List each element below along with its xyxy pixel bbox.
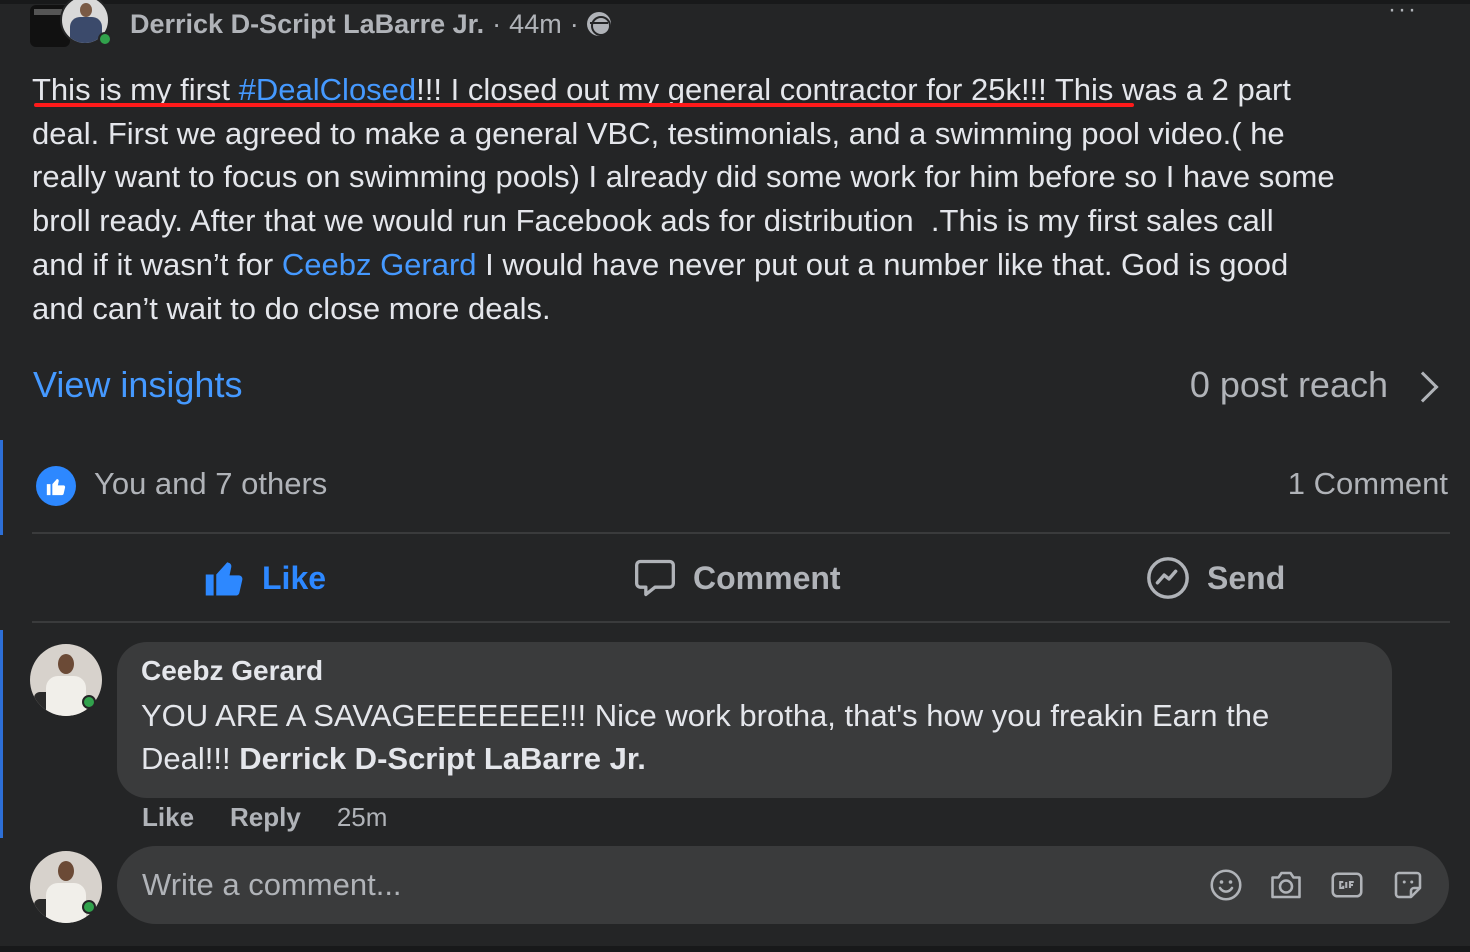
post-meta: Derrick D-Script LaBarre Jr. · 44m · <box>130 9 611 40</box>
globe-icon <box>586 12 611 36</box>
thumbs-up-icon <box>205 562 243 596</box>
post-text: This is my first #DealClosed!!! I closed… <box>32 68 1452 330</box>
mention-link[interactable]: Ceebz Gerard <box>282 247 477 282</box>
post-line: deal. First we agreed to make a general … <box>32 115 1285 151</box>
comment-button[interactable]: Comment <box>633 552 841 604</box>
smiley-icon[interactable] <box>1207 866 1245 904</box>
gif-icon[interactable] <box>1328 866 1366 904</box>
comment-mention[interactable]: Derrick D-Script LaBarre Jr. <box>239 741 646 776</box>
chevron-right-icon[interactable] <box>1407 371 1439 403</box>
commenter-name[interactable]: Ceebz Gerard <box>141 654 1368 688</box>
view-insights-link[interactable]: View insights <box>33 364 242 406</box>
comment-time[interactable]: 25m <box>337 802 388 833</box>
post-line: and can’t wait to do close more deals. <box>32 290 551 326</box>
author-name[interactable]: Derrick D-Script LaBarre Jr. <box>130 9 484 40</box>
comment-like-link[interactable]: Like <box>142 802 194 833</box>
hashtag-link[interactable]: #DealClosed <box>239 72 417 107</box>
comment-text: YOU ARE A SAVAGEEEEEEE!!! Nice work brot… <box>141 698 1270 776</box>
messenger-icon <box>1147 557 1189 599</box>
post-line: broll ready. After that we would run Fac… <box>32 203 1274 239</box>
left-accent-bar <box>0 440 3 535</box>
left-accent-bar <box>0 630 3 838</box>
comment-bubble: Ceebz Gerard YOU ARE A SAVAGEEEEEEE!!! N… <box>117 642 1392 798</box>
sticker-icon[interactable] <box>1389 866 1427 904</box>
post-line: really want to focus on swimming pools) … <box>32 159 1335 195</box>
like-reaction-icon <box>36 466 76 506</box>
post-line: and if it wasn’t for Ceebz Gerard I woul… <box>32 246 1289 282</box>
comment-bubble-icon <box>635 559 675 597</box>
camera-icon[interactable] <box>1267 866 1305 904</box>
divider <box>32 621 1450 623</box>
divider <box>32 532 1450 534</box>
online-indicator <box>82 695 96 709</box>
comment-count[interactable]: 1 Comment <box>1288 466 1448 502</box>
like-button[interactable]: Like <box>204 552 326 604</box>
comment-composer[interactable] <box>117 846 1449 924</box>
bottom-strip <box>0 946 1470 952</box>
post-time[interactable]: 44m <box>509 9 562 40</box>
online-indicator <box>98 32 112 46</box>
post-reach[interactable]: 0 post reach <box>1190 364 1388 406</box>
send-button[interactable]: Send <box>1145 552 1285 604</box>
reactions-summary[interactable]: You and 7 others <box>94 466 327 502</box>
more-options-icon[interactable]: ··· <box>1388 0 1418 24</box>
red-underline-annotation <box>34 103 1134 107</box>
comment-reply-link[interactable]: Reply <box>230 802 301 833</box>
online-indicator <box>82 900 96 914</box>
comment-input[interactable] <box>142 867 1182 903</box>
comment-actions: Like Reply 25m <box>142 802 423 833</box>
post-header: Derrick D-Script LaBarre Jr. · 44m · <box>30 0 611 50</box>
